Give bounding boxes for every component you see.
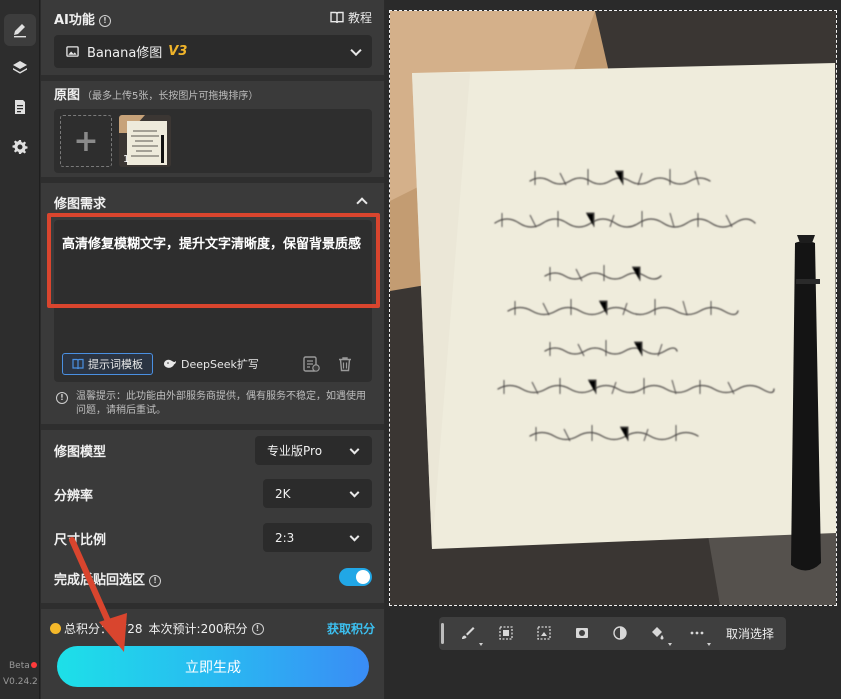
brush-select-icon[interactable] — [460, 625, 476, 641]
more-options-icon[interactable] — [689, 625, 705, 641]
edit-pen-icon[interactable] — [4, 14, 36, 46]
ai-model-select[interactable]: Banana修图 V3 — [54, 35, 372, 68]
fill-bucket-icon[interactable] — [649, 625, 665, 641]
estimated-points: 本次预计:200积分 — [148, 622, 248, 636]
chevron-down-icon — [349, 531, 360, 542]
info-icon[interactable]: ! — [251, 622, 264, 635]
chevron-down-icon — [349, 487, 360, 498]
prompt-template-button[interactable]: 提示词模板 — [62, 353, 153, 375]
caret-down-icon[interactable] — [668, 643, 672, 646]
resolution-label: 分辨率 — [54, 489, 94, 504]
info-icon[interactable]: ! — [149, 574, 162, 587]
model-name: Banana修图 — [87, 46, 163, 61]
mask-icon[interactable] — [574, 625, 590, 641]
toolbar-drag-handle[interactable] — [441, 623, 444, 644]
book-icon — [330, 11, 344, 24]
image-icon — [66, 46, 79, 57]
aspect-ratio-select[interactable]: 2:3 — [263, 523, 372, 552]
deepseek-whale-icon — [164, 359, 176, 368]
layers-icon[interactable] — [4, 52, 36, 84]
handwritten-note-photo — [390, 11, 836, 605]
section-divider — [41, 424, 384, 430]
requirement-title: 修图需求 — [54, 197, 107, 212]
section-divider — [41, 603, 384, 609]
document-icon[interactable] — [4, 91, 36, 123]
thumbnail-index: 1 — [123, 154, 130, 165]
highlight-frame — [47, 213, 380, 308]
original-image-hint: （最多上传5张，长按图片可拖拽排序） — [82, 91, 259, 102]
section-divider — [41, 75, 384, 81]
get-points-link[interactable]: 获取积分 — [327, 620, 375, 637]
paste-back-label: 完成后贴回选区! — [54, 569, 162, 588]
resolution-select[interactable]: 2K — [263, 479, 372, 508]
add-image-button[interactable]: + — [60, 115, 112, 167]
template-book-icon — [72, 358, 84, 370]
generate-now-button[interactable]: 立即生成 — [57, 646, 369, 687]
cancel-selection-button[interactable]: 取消选择 — [726, 625, 774, 642]
section-divider — [41, 177, 384, 183]
chevron-down-icon — [349, 444, 360, 455]
edit-model-label: 修图模型 — [54, 445, 107, 460]
tutorial-link[interactable]: 教程 — [330, 9, 372, 26]
trash-icon[interactable] — [336, 355, 354, 373]
canvas-photo[interactable] — [390, 11, 836, 605]
ai-function-title: AI功能! — [54, 9, 111, 28]
original-image-title: 原图 （最多上传5张，长按图片可拖拽排序） — [54, 88, 259, 103]
select-subject-icon[interactable] — [498, 625, 514, 641]
info-icon[interactable]: ! — [98, 14, 111, 27]
aspect-ratio-label: 尺寸比例 — [54, 533, 107, 548]
ai-function-panel: AI功能! 教程 Banana修图 V3 原图 （最多上传5张，长按图片可拖拽排序… — [41, 0, 384, 699]
version-label: V0.24.2 — [3, 677, 38, 687]
model-version-badge: V3 — [168, 44, 188, 59]
info-icon: ! — [56, 392, 68, 404]
paste-back-toggle[interactable] — [339, 568, 372, 586]
icon-rail: Beta V0.24.2 — [0, 0, 40, 699]
chevron-down-icon — [350, 44, 362, 56]
edit-model-select[interactable]: 专业版Pro — [255, 436, 372, 465]
beta-label: Beta — [9, 661, 30, 671]
select-object-icon[interactable] — [536, 625, 552, 641]
deepseek-expand-button[interactable]: DeepSeek扩写 — [163, 353, 259, 375]
service-notice: ! 温馨提示：此功能由外部服务商提供，偶有服务不稳定，如遇使用问题，请稍后重试。 — [54, 390, 374, 418]
gear-icon[interactable] — [4, 131, 36, 163]
invert-selection-icon[interactable] — [612, 625, 628, 641]
chevron-up-icon[interactable] — [356, 197, 368, 209]
total-points: 总积分：3728 — [64, 622, 143, 636]
original-thumbnails: + 1 — [54, 109, 372, 173]
caret-down-icon[interactable] — [707, 643, 711, 646]
image-edit-toolbar: 取消选择 — [439, 617, 786, 650]
history-icon[interactable] — [302, 355, 320, 373]
image-thumbnail[interactable]: 1 — [119, 115, 171, 167]
beta-dot-indicator — [31, 662, 37, 668]
caret-down-icon[interactable] — [479, 643, 483, 646]
coin-icon — [50, 623, 61, 634]
